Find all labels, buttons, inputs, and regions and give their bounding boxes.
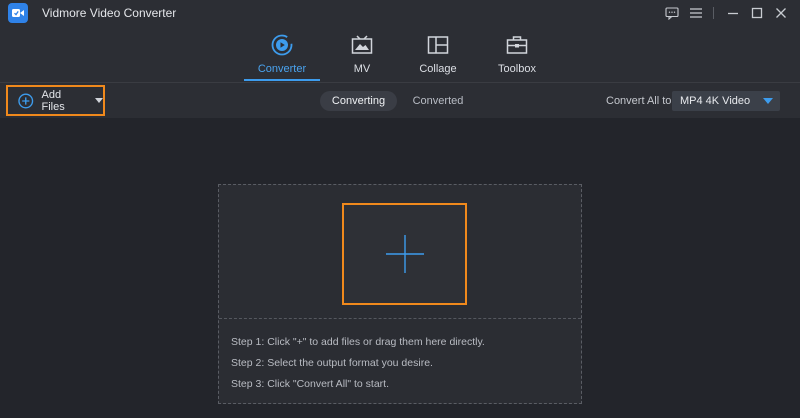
plus-icon [385, 235, 424, 273]
step-1-text: Step 1: Click "+" to add files or drag t… [231, 336, 485, 348]
mv-icon [351, 34, 373, 56]
window-controls [659, 0, 792, 26]
title-bar: Vidmore Video Converter [0, 0, 800, 26]
toolbox-icon [506, 34, 528, 56]
tab-converted[interactable]: Converted [407, 91, 469, 111]
add-files-button[interactable]: Add Files [6, 85, 105, 116]
chevron-down-icon[interactable] [95, 98, 103, 103]
tab-toolbox[interactable]: Toolbox [479, 34, 555, 80]
maximize-icon[interactable] [746, 0, 768, 26]
collage-icon [427, 34, 449, 56]
controls-separator [713, 7, 714, 19]
convert-all-label: Convert All to: [606, 95, 675, 107]
minimize-icon[interactable] [722, 0, 744, 26]
tab-label: Toolbox [498, 63, 536, 75]
file-drop-zone[interactable]: Step 1: Click "+" to add files or drag t… [218, 184, 582, 404]
active-tab-indicator [244, 79, 320, 81]
step-3-text: Step 3: Click "Convert All" to start. [231, 378, 390, 390]
add-circle-icon [18, 93, 34, 108]
tab-converting[interactable]: Converting [320, 91, 397, 111]
tab-label: MV [353, 63, 371, 75]
dropzone-divider [219, 318, 581, 319]
toolbar: Add Files Converting Converted Convert A… [0, 82, 800, 118]
tab-label: Collage [419, 63, 457, 75]
converter-icon [271, 34, 293, 56]
main-nav: Converter MV Collage Toolbox [0, 26, 800, 82]
instructions: Step 1: Click "+" to add files or drag t… [231, 335, 485, 398]
tab-collage[interactable]: Collage [400, 34, 476, 80]
add-file-box[interactable] [342, 203, 467, 305]
menu-icon[interactable] [685, 0, 707, 26]
tab-mv[interactable]: MV [324, 34, 400, 80]
app-logo-icon [8, 3, 28, 23]
step-2-text: Step 2: Select the output format you des… [231, 357, 433, 369]
add-files-label: Add Files [41, 88, 65, 113]
output-format-select[interactable]: MP4 4K Video [672, 91, 780, 111]
tab-label: Converter [257, 63, 307, 75]
feedback-icon[interactable] [661, 0, 683, 26]
output-format-value: MP4 4K Video [680, 95, 751, 107]
tab-converter[interactable]: Converter [244, 34, 320, 80]
app-title: Vidmore Video Converter [42, 6, 177, 20]
chevron-down-icon [763, 98, 773, 104]
close-icon[interactable] [770, 0, 792, 26]
